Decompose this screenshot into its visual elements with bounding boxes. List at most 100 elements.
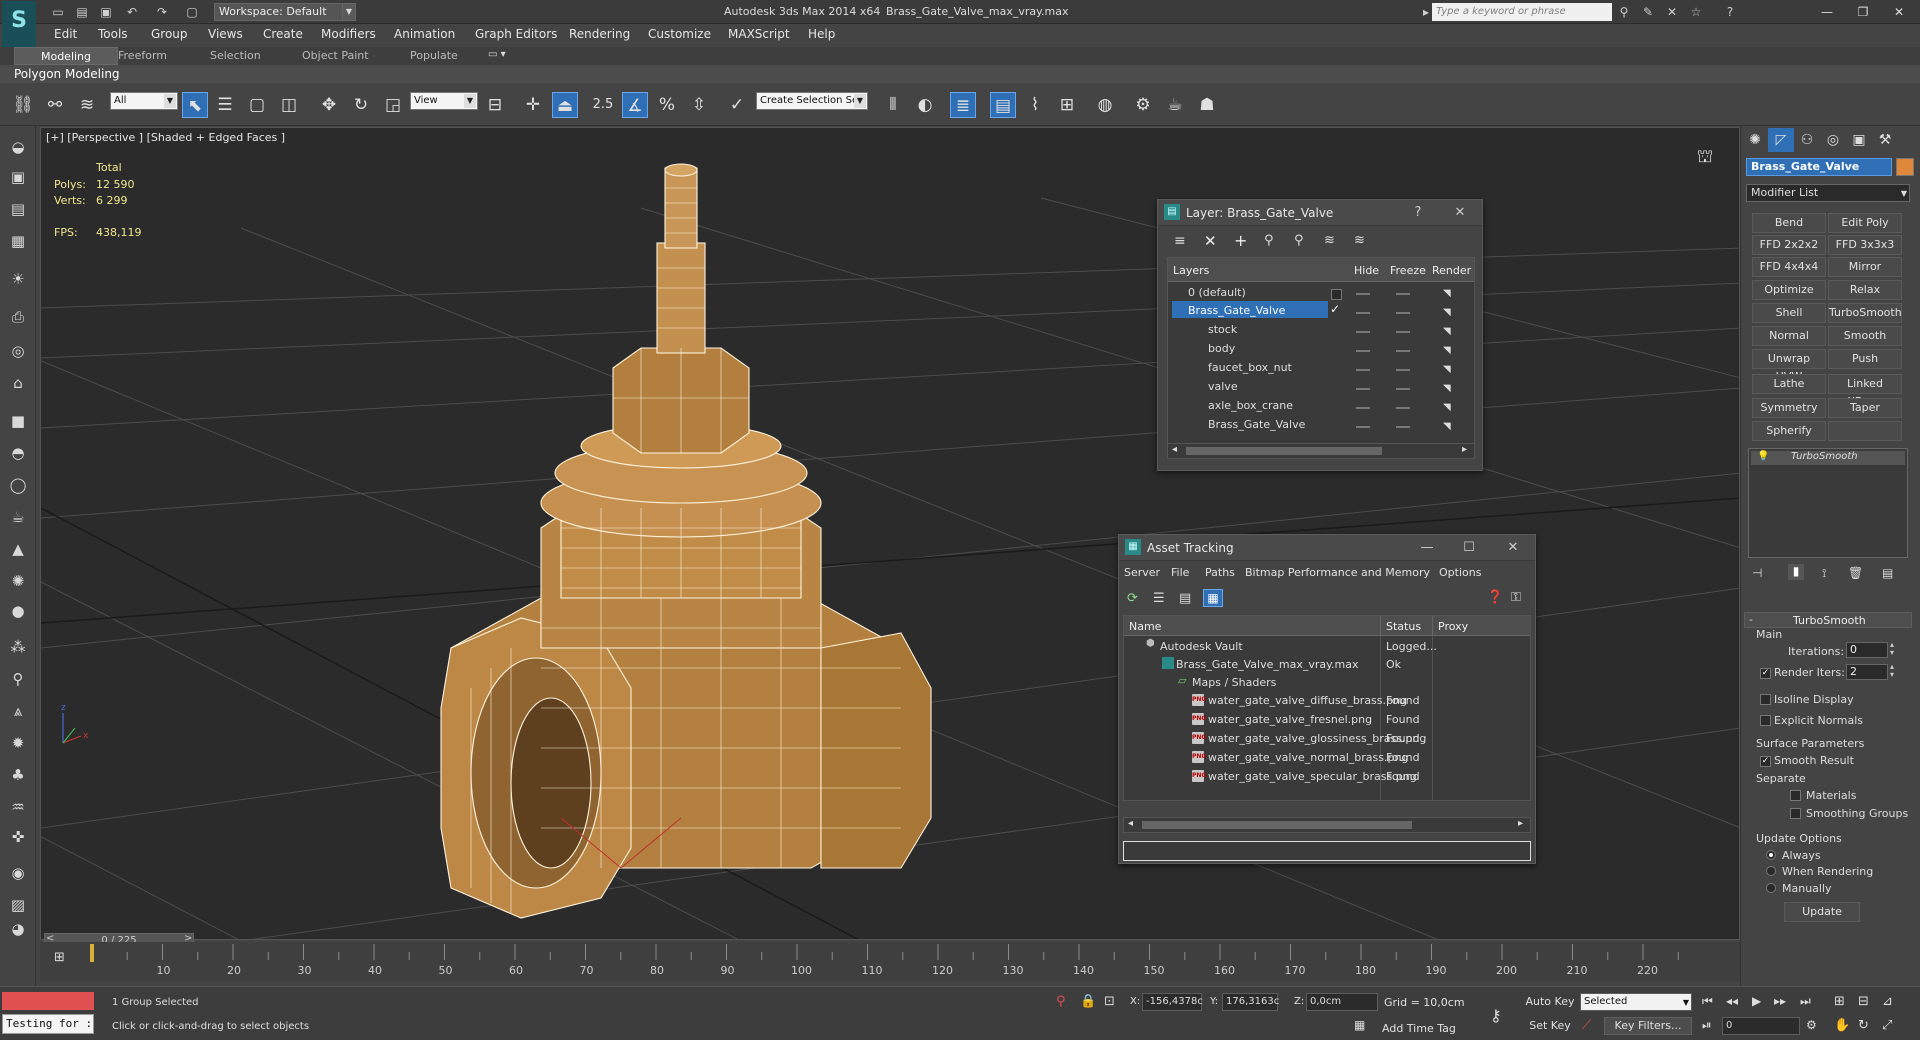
- set-key-button[interactable]: Set Key: [1524, 1017, 1576, 1035]
- utilities-tab-icon[interactable]: ⚒: [1872, 128, 1898, 152]
- select-and-rotate-icon[interactable]: ↻: [348, 92, 374, 118]
- create-layer-icon[interactable]: ≡: [1174, 233, 1186, 249]
- cone-icon[interactable]: ▲: [7, 538, 29, 560]
- orbit-icon[interactable]: ↻: [1858, 1018, 1869, 1033]
- iterations-spinner[interactable]: 0: [1846, 642, 1888, 658]
- asset-window-titlebar[interactable]: ▦ Asset Tracking — ☐ ✕: [1119, 535, 1535, 561]
- close-icon[interactable]: ✕: [1882, 2, 1916, 22]
- hide-toggle-icon[interactable]: [1356, 331, 1370, 333]
- asset-row[interactable]: water_gate_valve_fresnel.png: [1208, 713, 1372, 726]
- hide-toggle-icon[interactable]: [1356, 350, 1370, 352]
- undo-icon[interactable]: ↶: [124, 4, 140, 20]
- camera-icon[interactable]: ⎙: [7, 306, 29, 328]
- gear-sphere-icon[interactable]: ✹: [7, 732, 29, 754]
- menu-maxscript[interactable]: MAXScript: [728, 27, 790, 41]
- menu-create[interactable]: Create: [263, 27, 303, 41]
- redo-icon[interactable]: ↷: [154, 4, 170, 20]
- bind-space-warp-icon[interactable]: ≋: [74, 92, 100, 118]
- object-name-field[interactable]: Brass_Gate_Valve: [1746, 158, 1892, 176]
- asset-row[interactable]: Brass_Gate_Valve_max_vray.max: [1176, 658, 1359, 671]
- zoom-extents-all-icon[interactable]: ⊟: [1858, 994, 1869, 1009]
- modifier-button[interactable]: [1828, 421, 1902, 441]
- modifier-button[interactable]: Shell: [1752, 303, 1826, 323]
- project-folder-icon[interactable]: ▢: [184, 4, 200, 20]
- layer-row[interactable]: valve: [1208, 380, 1238, 393]
- modifier-button[interactable]: FFD 3x3x3: [1828, 235, 1902, 255]
- close-icon[interactable]: ✕: [1450, 204, 1470, 222]
- sphere-half-icon[interactable]: ◓: [7, 442, 29, 464]
- render-toggle-icon[interactable]: ◥: [1443, 403, 1455, 413]
- ribbon-options-icon[interactable]: ▭ ▾: [488, 49, 516, 63]
- freeze-toggle-icon[interactable]: [1396, 407, 1410, 409]
- viewcube-home-icon[interactable]: ⛫: [1688, 146, 1722, 167]
- selection-set-dropdown[interactable]: Selected ▼: [1580, 993, 1692, 1011]
- y-coordinate-field[interactable]: 176,3163c: [1222, 993, 1279, 1011]
- asset-menu-options[interactable]: Options: [1439, 566, 1481, 579]
- modifier-button[interactable]: Bend: [1752, 213, 1826, 233]
- select-and-link-icon[interactable]: ⛓: [10, 92, 36, 118]
- context-help-icon[interactable]: ⚿: [1511, 590, 1521, 605]
- scroll-left-icon[interactable]: ◂: [1128, 818, 1133, 829]
- box-primitive-icon[interactable]: ■: [7, 410, 29, 432]
- tab-selection[interactable]: Selection: [200, 47, 271, 65]
- modifier-button[interactable]: Spherify: [1752, 421, 1826, 441]
- material-editor-icon[interactable]: ◍: [1092, 92, 1118, 118]
- modifier-button[interactable]: TurboSmooth: [1828, 303, 1902, 323]
- render-toggle-icon[interactable]: ◥: [1443, 346, 1455, 356]
- active-layer-checkbox[interactable]: [1331, 289, 1342, 300]
- render-iters-checkbox[interactable]: ✓: [1760, 668, 1771, 679]
- scene-explorer-icon[interactable]: ▤: [7, 198, 29, 220]
- z-coordinate-field[interactable]: 0,0cm: [1306, 993, 1378, 1011]
- torus-icon[interactable]: ◯: [7, 474, 29, 496]
- render-toggle-icon[interactable]: ◥: [1443, 384, 1455, 394]
- communication-icon[interactable]: ✕: [1664, 4, 1680, 20]
- render-setup-icon[interactable]: ⚙: [1130, 92, 1156, 118]
- close-icon[interactable]: ✕: [1503, 539, 1523, 557]
- hide-toggle-icon[interactable]: [1356, 312, 1370, 314]
- menu-views[interactable]: Views: [208, 27, 243, 41]
- render-camera-icon[interactable]: ◎: [7, 340, 29, 362]
- list-view-icon[interactable]: ☰: [1153, 591, 1165, 606]
- modifier-button[interactable]: Lathe: [1752, 374, 1826, 394]
- freeze-toggle-icon[interactable]: [1396, 312, 1410, 314]
- cloth-icon[interactable]: ✜: [7, 826, 29, 848]
- save-file-icon[interactable]: ▣: [98, 4, 114, 20]
- select-object-icon[interactable]: ⬉: [182, 92, 208, 118]
- grid-view-icon[interactable]: ▦: [1203, 589, 1223, 607]
- select-and-move-icon[interactable]: ✥: [316, 92, 342, 118]
- create-tab-sun-icon[interactable]: ✺: [1742, 128, 1768, 152]
- col-freeze[interactable]: Freeze: [1390, 264, 1426, 277]
- light-bulb-icon[interactable]: 💡: [1757, 451, 1769, 462]
- set-key-icon[interactable]: ⟋: [1582, 1018, 1591, 1033]
- key-mode-icon[interactable]: ⚷: [1490, 1006, 1502, 1025]
- stack-item-row[interactable]: 💡 TurboSmooth: [1751, 451, 1905, 465]
- minimize-icon[interactable]: —: [1417, 539, 1437, 557]
- spinner-snap-icon[interactable]: ⇳: [686, 92, 712, 118]
- maxscript-mini-listener[interactable]: Testing for :: [2, 1014, 94, 1034]
- col-status[interactable]: Status: [1386, 620, 1421, 633]
- menu-edit[interactable]: Edit: [54, 27, 77, 41]
- highlight-layer-icon[interactable]: ⚲: [1294, 233, 1304, 248]
- explicit-normals-checkbox[interactable]: [1760, 715, 1771, 726]
- schematic-view-icon[interactable]: ⊞: [1054, 92, 1080, 118]
- particle-system-icon[interactable]: ⁂: [7, 636, 29, 658]
- manually-radio[interactable]: [1766, 883, 1776, 893]
- edit-named-selection-icon[interactable]: ✓: [724, 92, 750, 118]
- asset-menu-server[interactable]: Server: [1124, 566, 1160, 579]
- modify-tab-icon[interactable]: ◸: [1768, 128, 1794, 152]
- scrollbar-thumb[interactable]: [1186, 447, 1382, 455]
- freeze-toggle-icon[interactable]: [1396, 293, 1410, 295]
- hide-toggle-icon[interactable]: [1356, 388, 1370, 390]
- modifier-button[interactable]: Smooth: [1828, 326, 1902, 346]
- viewport-label[interactable]: [+] [Perspective ] [Shaded + Edged Faces…: [46, 131, 285, 144]
- asset-menu-file[interactable]: File: [1171, 566, 1189, 579]
- pan-view-icon[interactable]: ✋: [1834, 1018, 1850, 1033]
- render-toggle-icon[interactable]: ◥: [1443, 422, 1455, 432]
- hide-toggle-icon[interactable]: [1356, 293, 1370, 295]
- field-of-view-icon[interactable]: ⊿: [1882, 994, 1893, 1009]
- col-hide[interactable]: Hide: [1354, 264, 1379, 277]
- curve-editor-icon[interactable]: ⌇: [1022, 92, 1048, 118]
- freeze-toggle-icon[interactable]: [1396, 331, 1410, 333]
- modifier-button[interactable]: Edit Poly: [1828, 213, 1902, 233]
- menu-animation[interactable]: Animation: [394, 27, 455, 41]
